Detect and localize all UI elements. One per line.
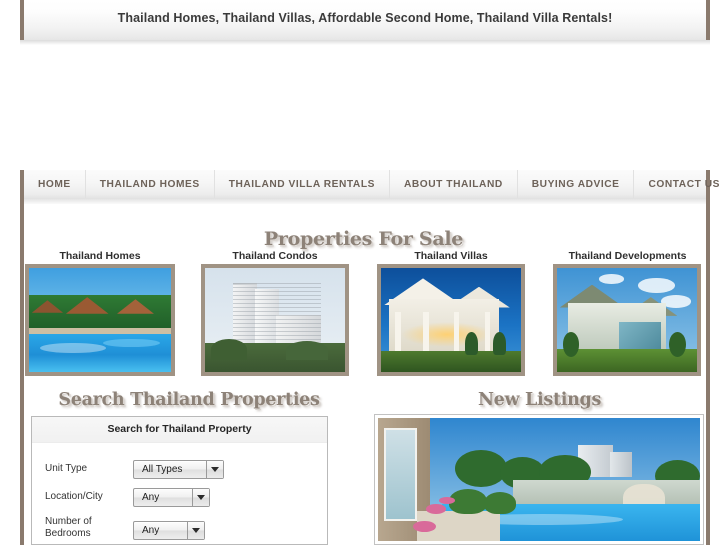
chevron-down-icon[interactable] xyxy=(192,489,209,506)
nav-item-buying-advice[interactable]: BUYING ADVICE xyxy=(518,170,635,198)
site-banner-title: Thailand Homes, Thailand Villas, Afforda… xyxy=(117,11,613,25)
search-properties-heading: Search Thailand Properties xyxy=(58,390,320,410)
condo-tower-photo xyxy=(205,268,345,372)
new-listings-image-frame[interactable] xyxy=(374,414,704,545)
page-root: Thailand Homes, Thailand Villas, Afforda… xyxy=(0,0,727,545)
nav-item-home[interactable]: HOME xyxy=(24,170,86,198)
number-of-bedrooms-value: Any xyxy=(142,525,160,536)
poolside-house-elephant-mural-photo xyxy=(378,418,700,541)
category-thumbnail-thailand-villas[interactable] xyxy=(377,264,525,376)
category-thumbnail-thailand-condos[interactable] xyxy=(201,264,349,376)
nav-item-thailand-homes[interactable]: THAILAND HOMES xyxy=(86,170,215,198)
chevron-down-icon[interactable] xyxy=(206,461,223,478)
location-city-select[interactable]: Any xyxy=(133,488,210,507)
search-form-panel: Search for Thailand Property Unit Type A… xyxy=(31,416,328,545)
chevron-down-icon[interactable] xyxy=(187,522,204,539)
category-label-thailand-condos: Thailand Condos xyxy=(232,250,318,262)
green-house-development-photo xyxy=(557,268,697,372)
white-villa-dusk-photo xyxy=(381,268,521,372)
new-listings-heading: New Listings xyxy=(477,390,602,410)
field-label-unit-type: Unit Type xyxy=(45,463,88,474)
category-thumbnail-thailand-homes[interactable] xyxy=(25,264,175,376)
nav-item-thailand-villa-rentals[interactable]: THAILAND VILLA RENTALS xyxy=(215,170,390,198)
location-city-value: Any xyxy=(142,492,160,503)
nav-item-about-thailand[interactable]: ABOUT THAILAND xyxy=(390,170,518,198)
nav-item-contact-us[interactable]: CONTACT US xyxy=(634,170,727,198)
site-banner: Thailand Homes, Thailand Villas, Afforda… xyxy=(20,0,710,40)
category-label-thailand-villas: Thailand Villas xyxy=(414,250,488,262)
category-label-thailand-developments: Thailand Developments xyxy=(568,250,687,262)
header-ad-placeholder xyxy=(0,45,727,168)
category-thumbnail-thailand-developments[interactable] xyxy=(553,264,701,376)
unit-type-value: All Types xyxy=(142,464,183,475)
unit-type-select[interactable]: All Types xyxy=(133,460,224,479)
field-label-number-of-bedrooms: Number of Bedrooms xyxy=(45,516,92,539)
number-of-bedrooms-select[interactable]: Any xyxy=(133,521,205,540)
field-label-location-city: Location/City xyxy=(45,491,103,502)
resort-pool-villas-photo xyxy=(29,268,171,372)
search-panel-title: Search for Thailand Property xyxy=(107,423,252,435)
category-label-thailand-homes: Thailand Homes xyxy=(59,250,141,262)
properties-for-sale-heading: Properties For Sale xyxy=(263,228,464,250)
main-navigation: HOME THAILAND HOMES THAILAND VILLA RENTA… xyxy=(20,170,719,198)
